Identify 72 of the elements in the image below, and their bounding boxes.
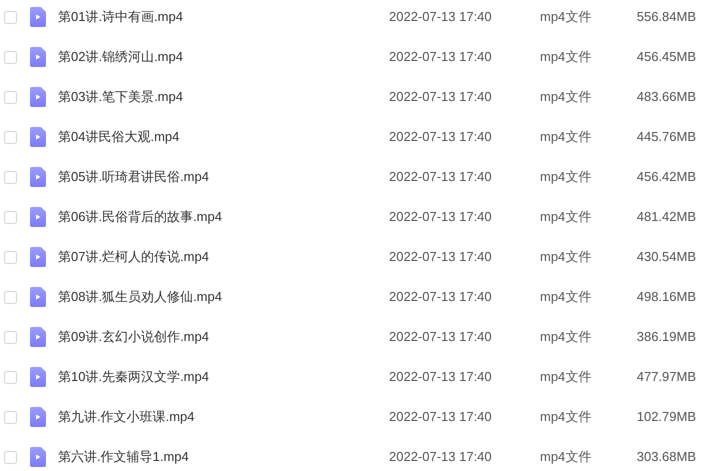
file-size: 102.79MB [636,408,696,426]
checkbox[interactable] [4,130,17,144]
file-name: 第09讲.玄幻小说创作.mp4 [58,328,210,346]
file-size: 481.42MB [636,208,696,226]
video-file-icon [30,47,46,67]
video-file-icon [30,287,46,307]
modified-date: 2022-07-13 17:40 [389,248,493,266]
modified-date: 2022-07-13 17:40 [389,128,493,146]
modified-date: 2022-07-13 17:40 [389,368,493,386]
file-type: mp4文件 [540,448,592,466]
file-name: 第03讲.笔下美景.mp4 [58,88,184,106]
file-name: 第06讲.民俗背后的故事.mp4 [58,208,223,226]
file-type: mp4文件 [540,168,592,186]
checkbox[interactable] [4,10,17,24]
file-size: 430.54MB [636,248,696,266]
file-type: mp4文件 [540,8,592,26]
video-file-icon [30,447,46,467]
checkbox[interactable] [4,290,17,304]
modified-date: 2022-07-13 17:40 [389,288,493,306]
video-file-icon [30,207,46,227]
file-name: 第九讲.作文小班课.mp4 [58,408,196,426]
modified-date: 2022-07-13 17:40 [389,448,493,466]
checkbox[interactable] [4,250,17,264]
checkbox[interactable] [4,50,17,64]
file-name: 第04讲民俗大观.mp4 [58,128,180,146]
file-size: 445.76MB [636,128,696,146]
file-name: 第08讲.狐生员劝人修仙.mp4 [58,288,223,306]
checkbox[interactable] [4,90,17,104]
video-file-icon [30,127,46,147]
checkbox[interactable] [4,410,17,424]
file-name: 第六讲.作文辅导1.mp4 [58,448,190,466]
file-type: mp4文件 [540,128,592,146]
file-type: mp4文件 [540,48,592,66]
modified-date: 2022-07-13 17:40 [389,328,493,346]
modified-date: 2022-07-13 17:40 [389,208,493,226]
modified-date: 2022-07-13 17:40 [389,408,493,426]
video-file-icon [30,407,46,427]
checkbox[interactable] [4,330,17,344]
file-size: 303.68MB [636,448,696,466]
file-size: 498.16MB [636,288,696,306]
video-file-icon [30,367,46,387]
file-size: 483.66MB [636,88,696,106]
file-size: 386.19MB [636,328,696,346]
file-size: 456.45MB [636,48,696,66]
video-file-icon [30,167,46,187]
file-name: 第05讲.听琦君讲民俗.mp4 [58,168,210,186]
file-size: 556.84MB [636,8,696,26]
file-type: mp4文件 [540,368,592,386]
file-name: 第02讲.锦绣河山.mp4 [58,48,184,66]
file-name: 第10讲.先秦两汉文学.mp4 [58,368,210,386]
video-file-icon [30,327,46,347]
file-size: 456.42MB [636,168,696,186]
file-type: mp4文件 [540,288,592,306]
file-type: mp4文件 [540,248,592,266]
checkbox[interactable] [4,170,17,184]
modified-date: 2022-07-13 17:40 [389,168,493,186]
modified-date: 2022-07-13 17:40 [389,88,493,106]
video-file-icon [30,247,46,267]
modified-date: 2022-07-13 17:40 [389,8,493,26]
file-name: 第01讲.诗中有画.mp4 [58,8,184,26]
file-type: mp4文件 [540,408,592,426]
file-type: mp4文件 [540,328,592,346]
checkbox[interactable] [4,370,17,384]
file-name: 第07讲.烂柯人的传说.mp4 [58,248,210,266]
checkbox[interactable] [4,450,17,464]
video-file-icon [30,87,46,107]
modified-date: 2022-07-13 17:40 [389,48,493,66]
file-type: mp4文件 [540,88,592,106]
file-size: 477.97MB [636,368,696,386]
file-type: mp4文件 [540,208,592,226]
checkbox[interactable] [4,210,17,224]
video-file-icon [30,7,46,27]
